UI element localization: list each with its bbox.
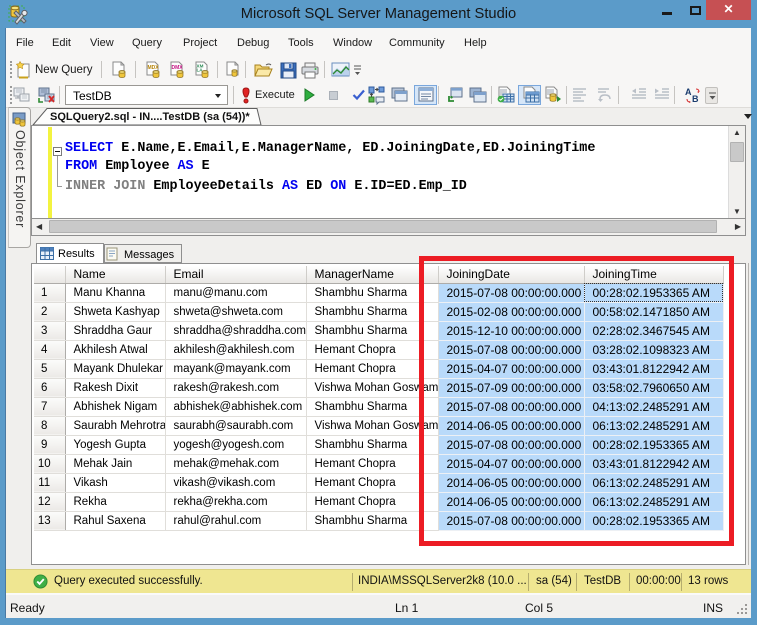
svg-text:MDX: MDX xyxy=(148,65,160,71)
svg-text:DMX: DMX xyxy=(172,65,184,71)
svg-text:A: A xyxy=(685,87,692,97)
svg-text:B: B xyxy=(692,94,699,104)
